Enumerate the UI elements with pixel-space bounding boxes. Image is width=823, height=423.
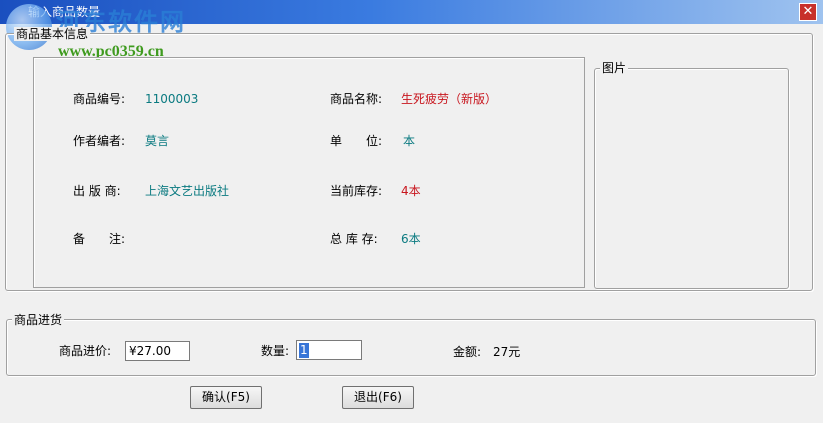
current-stock-value: 4本 — [401, 184, 421, 198]
unit-value: 本 — [403, 134, 416, 148]
picture-group — [594, 68, 789, 289]
quantity-input[interactable]: 1 — [296, 340, 362, 360]
product-name-label: 商品名称: — [330, 92, 383, 106]
product-code-value: 1100003 — [145, 92, 199, 106]
author-value: 莫言 — [145, 134, 170, 148]
total-stock-value: 6本 — [401, 232, 421, 246]
title-bar[interactable]: 输入商品数量 ✕ — [0, 0, 823, 24]
publisher-label: 出 版 商: — [73, 184, 121, 198]
purchase-price-label: 商品进价: — [59, 344, 112, 358]
quantity-input-value: 1 — [299, 343, 309, 358]
confirm-button[interactable]: 确认(F5) — [190, 386, 262, 409]
dialog-window: 输入商品数量 ✕ 河东软件网 www.pc0359.cn 商品基本信息 商品编号… — [0, 0, 823, 423]
product-info-group-title: 商品基本信息 — [14, 27, 91, 41]
amount-label: 金额: — [453, 345, 482, 359]
note-label: 备 注: — [73, 232, 126, 246]
author-label: 作者编者: — [73, 134, 126, 148]
current-stock-label: 当前库存: — [330, 184, 383, 198]
purchase-group-title: 商品进货 — [12, 313, 65, 327]
quantity-label: 数量: — [261, 344, 290, 358]
exit-button[interactable]: 退出(F6) — [342, 386, 414, 409]
unit-label: 单 位: — [330, 134, 383, 148]
window-title: 输入商品数量 — [28, 5, 101, 19]
purchase-price-input[interactable]: ¥27.00 — [125, 341, 190, 361]
publisher-value: 上海文艺出版社 — [145, 184, 230, 198]
product-name-value: 生死疲劳（新版） — [401, 92, 498, 106]
product-code-label: 商品编号: — [73, 92, 126, 106]
picture-group-title: 图片 — [600, 61, 629, 75]
amount-value: 27元 — [493, 345, 521, 359]
total-stock-label: 总 库 存: — [330, 232, 378, 246]
close-button[interactable]: ✕ — [799, 3, 817, 21]
